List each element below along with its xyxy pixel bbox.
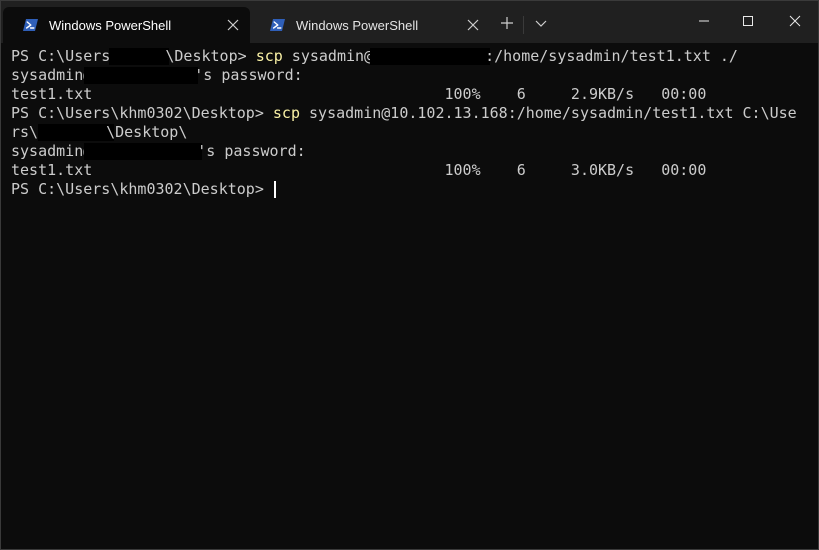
redaction-block bbox=[84, 67, 199, 84]
powershell-icon bbox=[23, 19, 38, 31]
command-args: sysadmin@10.102.13.168:/home/sysadmin/te… bbox=[300, 104, 797, 122]
prompt: PS C:\Users\ bbox=[11, 47, 120, 65]
close-icon[interactable] bbox=[465, 17, 481, 33]
close-icon bbox=[789, 15, 801, 27]
terminal-line: rs\ \Desktop\ bbox=[11, 123, 811, 142]
prompt: PS C:\Users\khm0302\Desktop> bbox=[11, 180, 273, 198]
redaction-block bbox=[109, 48, 170, 65]
command-name: scp bbox=[255, 47, 283, 65]
tab-windows-powershell-2[interactable]: Windows PowerShell bbox=[250, 7, 490, 43]
tab-title: Windows PowerShell bbox=[296, 17, 419, 33]
plus-icon bbox=[501, 17, 513, 29]
maximize-button[interactable] bbox=[725, 1, 771, 41]
command-args: sysadmin@ bbox=[282, 47, 374, 65]
window-close-button[interactable] bbox=[772, 1, 818, 41]
minimize-icon bbox=[699, 20, 709, 22]
terminal-line: sysadmin@ 's password: bbox=[11, 66, 811, 85]
transfer-progress: test1.txt 100% 6 2.9KB/s 00:00 bbox=[11, 85, 707, 103]
redaction-block bbox=[38, 124, 115, 141]
powershell-icon bbox=[270, 19, 285, 31]
terminal-line: PS C:\Users\khm0302\Desktop> scp sysadmi… bbox=[11, 104, 811, 123]
command-args: \Desktop\ bbox=[106, 123, 188, 141]
command-args: rs\ bbox=[11, 123, 39, 141]
tab-windows-powershell-1[interactable]: Windows PowerShell bbox=[3, 7, 250, 43]
text-cursor bbox=[273, 181, 276, 198]
tab-separator bbox=[523, 16, 524, 34]
terminal-line: test1.txt 100% 6 3.0KB/s 00:00 bbox=[11, 161, 811, 180]
terminal-line: PS C:\Users\khm0302\Desktop> bbox=[11, 180, 811, 199]
redaction-block bbox=[370, 48, 491, 65]
command-name: scp bbox=[272, 104, 300, 122]
tab-title: Windows PowerShell bbox=[49, 17, 172, 33]
command-args: :/home/sysadmin/test1.txt ./ bbox=[485, 47, 738, 65]
terminal-line: sysadmin@ 's password: bbox=[11, 142, 811, 161]
close-icon[interactable] bbox=[225, 17, 241, 33]
title-bar[interactable]: Windows PowerShell Windows PowerShell bbox=[1, 1, 818, 43]
new-tab-button[interactable] bbox=[493, 9, 521, 37]
maximize-icon bbox=[743, 16, 753, 26]
password-prompt: 's password: bbox=[194, 66, 303, 84]
prompt: \Desktop> bbox=[165, 47, 256, 65]
minimize-button[interactable] bbox=[681, 1, 727, 41]
transfer-progress: test1.txt 100% 6 3.0KB/s 00:00 bbox=[11, 161, 707, 179]
terminal-output[interactable]: PS C:\Users\ \Desktop> scp sysadmin@ :/hom… bbox=[11, 47, 811, 542]
prompt: PS C:\Users\khm0302\Desktop> bbox=[11, 104, 273, 122]
password-prompt: sysadmin@ bbox=[11, 66, 93, 84]
redaction-block bbox=[84, 143, 203, 160]
tab-dropdown-button[interactable] bbox=[527, 9, 555, 37]
terminal-line: PS C:\Users\ \Desktop> scp sysadmin@ :/hom… bbox=[11, 47, 811, 66]
chevron-down-icon bbox=[535, 20, 547, 27]
password-prompt: sysadmin@ bbox=[11, 142, 93, 160]
password-prompt: 's password: bbox=[197, 142, 306, 160]
terminal-line: test1.txt 100% 6 2.9KB/s 00:00 bbox=[11, 85, 811, 104]
terminal-window: Windows PowerShell Windows PowerShell PS… bbox=[0, 0, 819, 550]
